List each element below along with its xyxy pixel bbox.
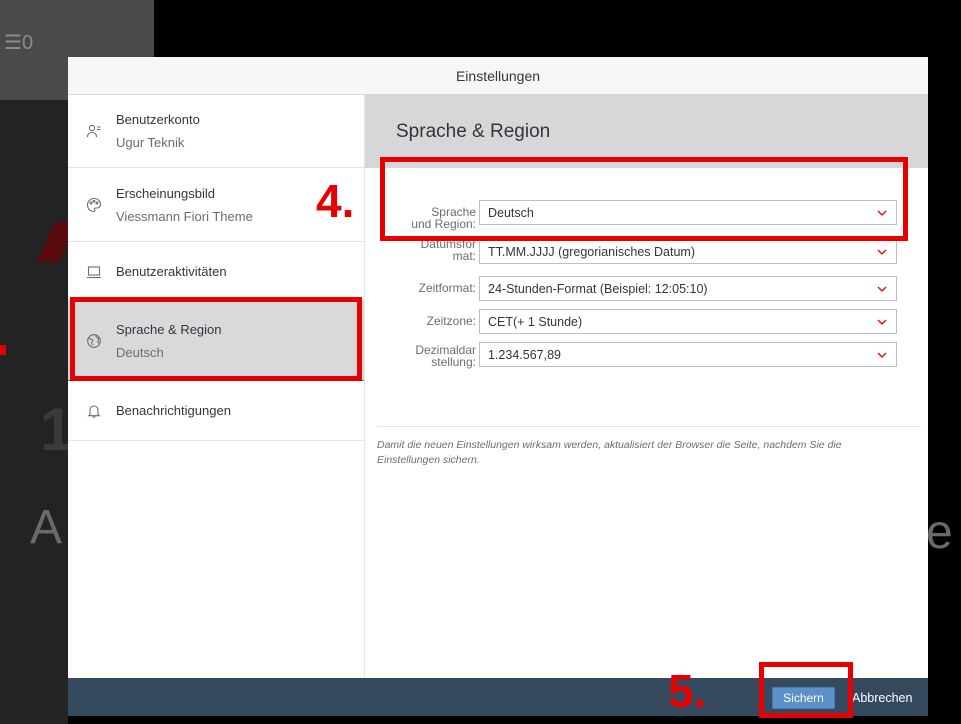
field-label: Datumsfor mat: <box>386 238 476 262</box>
select-value: CET(+ 1 Stunde) <box>488 314 583 329</box>
select-value: TT.MM.JJJJ (gregorianisches Datum) <box>488 244 695 259</box>
divider <box>377 426 921 427</box>
cancel-button[interactable]: Abbrechen <box>852 687 912 709</box>
chevron-down-icon <box>877 210 887 216</box>
background-notification-counter: ☰0 <box>4 30 33 55</box>
select-value: 1.234.567,89 <box>488 347 561 362</box>
sidebar-item-sublabel: Viessmann Fiori Theme <box>116 208 253 224</box>
select-value: Deutsch <box>488 205 534 220</box>
bell-icon <box>86 401 116 421</box>
chevron-down-icon <box>877 352 887 358</box>
settings-content: Sprache & Region Sprache und Region: Deut… <box>365 95 928 678</box>
chevron-down-icon <box>877 249 887 255</box>
time-zone-select[interactable]: CET(+ 1 Stunde) <box>479 309 897 334</box>
background-letter-right: e <box>926 506 953 559</box>
sidebar-item-label: Erscheinungsbild <box>116 185 216 201</box>
sidebar-item-sublabel: Deutsch <box>116 345 164 360</box>
field-label: Sprache und Region: <box>386 206 476 230</box>
section-title: Sprache & Region <box>365 95 928 168</box>
step-5-label: 5. <box>668 665 707 717</box>
field-label-line2: stellung: <box>431 355 476 369</box>
user-account-icon <box>86 121 116 141</box>
sidebar-item-label: Sprache & Region <box>116 322 222 337</box>
field-label: Zeitformat: <box>418 281 476 295</box>
dialog-footer: Sichern Abbrechen <box>68 678 928 716</box>
dialog-title: Einstellungen <box>68 57 928 95</box>
settings-note: Damit die neuen Einstellungen wirksam we… <box>377 439 842 466</box>
globe-icon <box>86 331 116 351</box>
background-letter-left: A <box>30 501 63 554</box>
field-label-line2: und Region: <box>411 217 476 231</box>
save-button[interactable]: Sichern <box>772 687 835 709</box>
sidebar-item-label: Benachrichtigungen <box>116 403 231 418</box>
background-red-mark <box>0 345 6 355</box>
date-format-select[interactable]: TT.MM.JJJJ (gregorianisches Datum) <box>479 239 897 264</box>
sidebar-item-notifications[interactable]: Benachrichtigungen <box>68 381 364 441</box>
settings-dialog: Einstellungen Benutzerkonto Ugur Teknik E… <box>68 57 928 716</box>
field-label: Dezimaldar stellung: <box>386 344 476 368</box>
sidebar-item-label: Benutzerkonto <box>116 112 200 127</box>
sidebar-item-label: Benutzeraktivitäten <box>116 264 227 279</box>
chevron-down-icon <box>877 319 887 325</box>
field-label: Zeitzone: <box>426 314 476 328</box>
menu-icon: ☰ <box>4 32 22 54</box>
language-select[interactable]: Deutsch <box>479 200 897 225</box>
palette-icon <box>86 195 116 215</box>
counter-value: 0 <box>21 32 34 54</box>
sidebar-item-sublabel: Ugur Teknik <box>116 135 185 150</box>
chevron-down-icon <box>877 286 887 292</box>
sidebar-item-user-account[interactable]: Benutzerkonto Ugur Teknik <box>68 95 364 168</box>
field-label-line2: mat: <box>452 249 476 263</box>
sidebar-item-user-activities[interactable]: Benutzeraktivitäten <box>68 242 364 302</box>
step-4-label: 4. <box>316 175 355 227</box>
laptop-icon <box>86 262 116 282</box>
decimal-format-select[interactable]: 1.234.567,89 <box>479 342 897 367</box>
select-value: 24-Stunden-Format (Beispiel: 12:05:10) <box>488 281 708 296</box>
time-format-select[interactable]: 24-Stunden-Format (Beispiel: 12:05:10) <box>479 276 897 301</box>
sidebar-item-language-region[interactable]: Sprache & Region Deutsch <box>68 302 364 381</box>
